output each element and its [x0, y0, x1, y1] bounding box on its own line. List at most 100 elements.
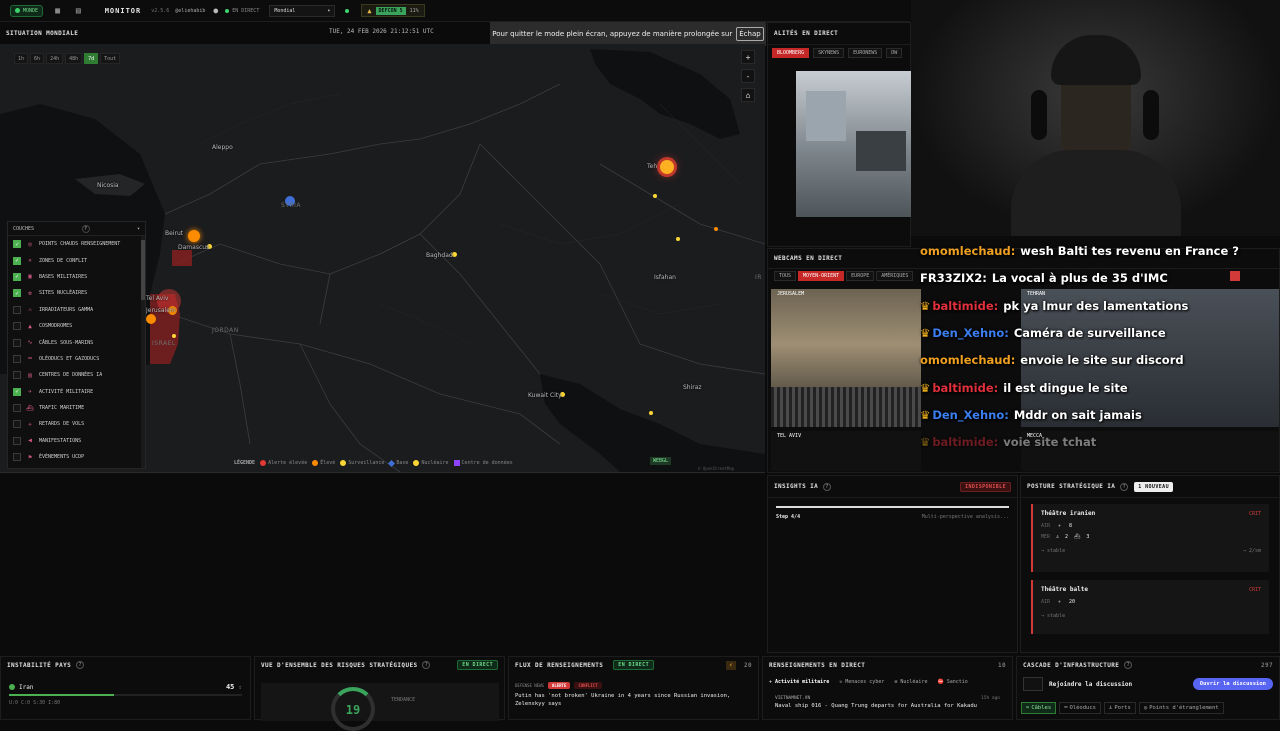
live-dot-icon — [15, 8, 20, 13]
time-button-1h[interactable]: 1h — [14, 53, 29, 64]
layer-checkbox[interactable] — [13, 371, 21, 380]
country-row[interactable]: Iran 45 ⇪ — [9, 683, 242, 691]
scrollbar[interactable] — [141, 236, 145, 468]
hotspot-marker[interactable] — [660, 160, 674, 174]
cam-filter[interactable]: AMÉRIQUES — [876, 271, 914, 281]
cam-filter[interactable]: MOYEN-ORIENT — [798, 271, 845, 281]
map-attribution[interactable]: © OpenStreetMap — [698, 466, 734, 471]
layer-checkbox[interactable]: ✓ — [13, 387, 21, 396]
share-icon[interactable]: ⇪ — [238, 684, 242, 691]
layer-checkbox[interactable]: ✓ — [13, 256, 21, 265]
chevron-down-icon[interactable]: ▾ — [137, 226, 140, 232]
nuclear-marker[interactable] — [676, 237, 680, 241]
region-select[interactable]: Mondial ▾ — [269, 4, 336, 17]
layer-checkbox[interactable] — [13, 305, 21, 314]
layer-checkbox[interactable]: ✓ — [13, 240, 21, 249]
nuclear-marker[interactable] — [172, 334, 176, 338]
info-icon[interactable]: ? — [1120, 482, 1129, 491]
cam-filter[interactable]: EUROPE — [846, 271, 875, 281]
layer-checkbox[interactable] — [13, 453, 21, 462]
layer-item[interactable]: ◀ MANIFESTATIONS — [8, 433, 145, 449]
grid-view-icon[interactable] — [1230, 271, 1240, 281]
posture-card-iran[interactable]: Théâtre iranien CRIT AIR ✈ 8 MER ⚓ 2 ⛴ 3 → stab… — [1031, 504, 1269, 572]
cascade-tab[interactable]: ═ Oléoducs — [1059, 702, 1101, 714]
layer-checkbox[interactable] — [13, 338, 21, 347]
sea-label: MER — [1041, 534, 1051, 540]
streamer-webcam — [911, 0, 1280, 236]
time-button-Tout[interactable]: Tout — [100, 53, 121, 64]
posture-badge: 1 NOUVEAU — [1134, 481, 1173, 492]
intel-headline[interactable]: Putin has 'not broken' Ukraine in 4 year… — [515, 692, 743, 708]
layer-item[interactable]: ✓ ✈ ACTIVITÉ MILITAIRE — [8, 384, 145, 400]
hotspot-marker[interactable] — [146, 314, 156, 324]
layer-checkbox[interactable] — [13, 404, 21, 413]
time-button-7d[interactable]: 7d — [84, 53, 99, 64]
layer-checkbox[interactable]: ✓ — [13, 289, 21, 298]
chat-username: Den_Xehno: — [932, 325, 1009, 340]
intel-feed-count: 20 — [743, 661, 752, 669]
cam-telaviv[interactable]: TEL AVIV — [771, 431, 921, 471]
channel-tab-skynews[interactable]: SKYNEWS — [813, 48, 845, 58]
channel-tab-dw[interactable]: DW — [886, 48, 903, 58]
live-intel-tab[interactable]: ☢ Nucléaire — [894, 679, 927, 685]
world-badge[interactable]: MONDE — [10, 4, 44, 17]
layer-item[interactable]: ✓ ✕ ZONES DE CONFLIT — [8, 252, 145, 268]
layer-item[interactable]: ✓ ☢ SITES NUCLÉAIRES — [8, 285, 145, 301]
layer-checkbox[interactable] — [13, 354, 21, 363]
time-button-48h[interactable]: 48h — [65, 53, 83, 64]
home-icon[interactable]: ⌂ — [741, 88, 755, 102]
layer-item[interactable]: ∿ CÂBLES SOUS-MARINS — [8, 334, 145, 350]
nuclear-marker[interactable] — [653, 194, 657, 198]
legend-swatch — [312, 460, 319, 466]
cascade-tab[interactable]: ≈ Câbles — [1021, 702, 1057, 714]
cascade-tab[interactable]: ◎ Points d'étranglement — [1138, 702, 1224, 714]
channel-tab-euronews[interactable]: EURONEWS — [848, 48, 883, 58]
layer-item[interactable]: ▤ CENTRES DE DONNÉES IA — [8, 367, 145, 383]
info-icon[interactable]: ? — [823, 482, 832, 491]
layer-item[interactable]: ═ OLÉODUCS ET GAZODUCS — [8, 351, 145, 367]
channel-tab-bloomberg[interactable]: BLOOMBERG — [772, 48, 810, 58]
panel-icon[interactable]: ▤ — [76, 6, 81, 15]
instability-header: INSTABILITÉ PAYS? — [1, 657, 250, 673]
info-icon[interactable]: ? — [76, 661, 85, 669]
help-icon[interactable]: ? — [81, 224, 90, 233]
live-intel-tab[interactable]: ⛔ Sanctio — [937, 679, 967, 685]
layer-checkbox[interactable] — [13, 322, 21, 331]
layer-checkbox[interactable]: ✓ — [13, 272, 21, 281]
live-intel-tab[interactable]: ☠ Menaces cyber — [839, 679, 884, 685]
open-discussion-button[interactable]: Ouvrir la discussion — [1192, 678, 1273, 690]
plane-icon: ✈ — [28, 388, 32, 396]
layer-checkbox[interactable] — [13, 420, 21, 429]
info-icon[interactable]: ? — [1124, 661, 1133, 669]
scrollbar-thumb[interactable] — [141, 240, 145, 300]
grid-icon[interactable]: ▦ — [55, 6, 60, 15]
github-icon[interactable]: ● — [213, 6, 218, 15]
time-button-24h[interactable]: 24h — [46, 53, 64, 64]
zoom-in-button[interactable]: + — [741, 50, 755, 64]
defcon-indicator[interactable]: ▲ DEFCON 5 11% — [361, 4, 425, 17]
live-intel-headline[interactable]: Naval ship 016 - Quang Trung departs for… — [775, 703, 1003, 709]
cam-jerusalem[interactable]: JERUSALEM — [771, 289, 921, 427]
bolt-icon[interactable]: ⚡ — [725, 660, 736, 670]
news-video[interactable] — [796, 71, 912, 217]
layer-checkbox[interactable] — [13, 436, 21, 445]
layer-item[interactable]: ⛴ TRAFIC MARITIME — [8, 400, 145, 416]
posture-card-baltic[interactable]: Théâtre balte CRIT AIR ✈ 20 → stable — [1031, 580, 1269, 634]
surveillance-marker[interactable] — [714, 227, 718, 231]
info-icon[interactable]: ? — [422, 661, 431, 669]
hotspot-marker[interactable] — [188, 230, 200, 242]
cam-filter[interactable]: TOUS — [774, 271, 797, 281]
nuclear-marker[interactable] — [649, 411, 653, 415]
cascade-tab[interactable]: ⚓ Ports — [1104, 702, 1136, 714]
layer-item[interactable]: ✓ ▣ BASES MILITAIRES — [8, 269, 145, 285]
layer-item[interactable]: ▲ COSMODROMES — [8, 318, 145, 334]
zoom-out-button[interactable]: - — [741, 69, 755, 83]
live-intel-tab[interactable]: ✈ Activité militaire — [769, 679, 829, 685]
time-button-6h[interactable]: 6h — [30, 53, 45, 64]
layer-item[interactable]: ⚠ IRRADIATEURS GAMMA — [8, 302, 145, 318]
layer-item[interactable]: ✈ RETARDS DE VOLS — [8, 416, 145, 432]
chat-text: pk ya lmur des lamentations — [1003, 298, 1189, 313]
handle[interactable]: @eliehabib — [175, 8, 205, 14]
layer-item[interactable]: ⚑ ÉVÉNEMENTS UCDP — [8, 449, 145, 465]
layer-item[interactable]: ✓ ◎ POINTS CHAUDS RENSEIGNEMENT — [8, 236, 145, 252]
